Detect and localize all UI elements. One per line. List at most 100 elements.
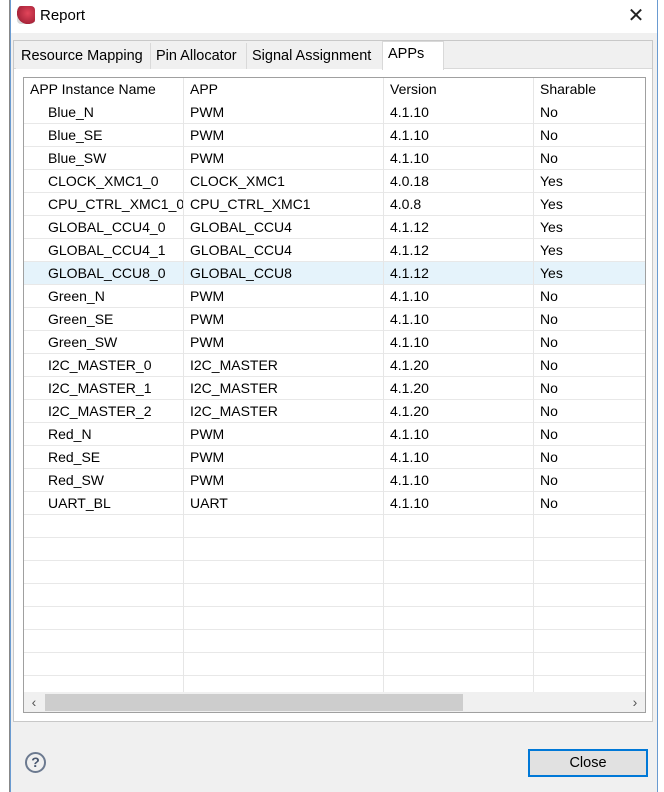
sharable-cell: No bbox=[540, 104, 558, 120]
version-cell bbox=[384, 607, 534, 630]
help-icon[interactable]: ? bbox=[25, 752, 46, 773]
column-header-sharable[interactable]: Sharable bbox=[534, 78, 645, 101]
app-cell bbox=[184, 515, 384, 538]
tab-pin-allocator[interactable]: Pin Allocator bbox=[151, 43, 247, 69]
empty-table-row bbox=[24, 561, 645, 584]
empty-table-row bbox=[24, 607, 645, 630]
instance-name-cell: CPU_CTRL_XMC1_0 bbox=[24, 193, 184, 216]
app-cell: I2C_MASTER bbox=[184, 400, 384, 423]
empty-table-row bbox=[24, 515, 645, 538]
table-row[interactable]: I2C_MASTER_0 I2C_MASTER 4.1.20 No bbox=[24, 354, 645, 377]
table-row[interactable]: GLOBAL_CCU4_0 GLOBAL_CCU4 4.1.12 Yes bbox=[24, 216, 645, 239]
close-button[interactable]: Close bbox=[528, 749, 648, 777]
instance-name-cell: Green_SW bbox=[24, 331, 184, 354]
version-cell: 4.1.20 bbox=[384, 377, 534, 400]
app-cell: PWM bbox=[184, 423, 384, 446]
column-header-instance-name[interactable]: APP Instance Name bbox=[24, 78, 184, 101]
instance-name-cell: Red_SE bbox=[24, 446, 184, 469]
scroll-right-icon[interactable]: › bbox=[625, 692, 645, 712]
table-row[interactable]: I2C_MASTER_2 I2C_MASTER 4.1.20 No bbox=[24, 400, 645, 423]
tab-apps[interactable]: APPs bbox=[382, 41, 444, 70]
version-cell: 4.1.10 bbox=[384, 446, 534, 469]
version-cell bbox=[384, 584, 534, 607]
app-cell: GLOBAL_CCU4 bbox=[184, 216, 384, 239]
table-row[interactable]: Red_SW PWM 4.1.10 No bbox=[24, 469, 645, 492]
report-dialog: Report ✕ Resource Mapping Pin Allocator … bbox=[10, 0, 658, 792]
app-cell: PWM bbox=[184, 285, 384, 308]
instance-name-cell: Blue_N bbox=[24, 101, 184, 124]
tab-signal-assignment[interactable]: Signal Assignment bbox=[247, 43, 383, 69]
instance-name-cell: Green_N bbox=[24, 285, 184, 308]
app-cell: GLOBAL_CCU8 bbox=[184, 262, 384, 285]
app-cell bbox=[184, 607, 384, 630]
title-bar: Report ✕ bbox=[11, 0, 657, 33]
sharable-cell: No bbox=[540, 288, 558, 304]
table-row[interactable]: Green_SE PWM 4.1.10 No bbox=[24, 308, 645, 331]
sharable-cell: No bbox=[540, 357, 558, 373]
empty-table-row bbox=[24, 630, 645, 653]
sharable-cell: No bbox=[540, 380, 558, 396]
sharable-cell bbox=[534, 561, 645, 584]
scroll-left-icon[interactable]: ‹ bbox=[24, 692, 44, 712]
app-cell: PWM bbox=[184, 331, 384, 354]
sharable-cell: No bbox=[540, 426, 558, 442]
app-cell bbox=[184, 561, 384, 584]
horizontal-scrollbar[interactable]: ‹ › bbox=[24, 692, 645, 712]
table-row[interactable]: GLOBAL_CCU4_1 GLOBAL_CCU4 4.1.12 Yes bbox=[24, 239, 645, 262]
version-cell: 4.1.10 bbox=[384, 469, 534, 492]
app-cell: CLOCK_XMC1 bbox=[184, 170, 384, 193]
column-header-version[interactable]: Version bbox=[384, 78, 534, 101]
background-window bbox=[0, 0, 10, 792]
sharable-cell bbox=[534, 515, 645, 538]
version-cell: 4.1.12 bbox=[384, 262, 534, 285]
empty-table-row bbox=[24, 584, 645, 607]
table-row[interactable]: I2C_MASTER_1 I2C_MASTER 4.1.20 No bbox=[24, 377, 645, 400]
version-cell bbox=[384, 653, 534, 676]
sharable-cell bbox=[534, 653, 645, 676]
empty-table-row bbox=[24, 538, 645, 561]
sharable-cell bbox=[534, 584, 645, 607]
instance-name-cell bbox=[24, 515, 184, 538]
app-cell: PWM bbox=[184, 308, 384, 331]
app-cell: PWM bbox=[184, 147, 384, 170]
table-header: APP Instance Name APP Version Sharable bbox=[24, 78, 645, 101]
app-cell: PWM bbox=[184, 446, 384, 469]
sharable-cell: No bbox=[540, 495, 558, 511]
column-header-app[interactable]: APP bbox=[184, 78, 384, 101]
version-cell: 4.1.12 bbox=[384, 239, 534, 262]
table-row[interactable]: Blue_SW PWM 4.1.10 No bbox=[24, 147, 645, 170]
tab-folder: Resource Mapping Pin Allocator Signal As… bbox=[13, 40, 653, 722]
tab-resource-mapping[interactable]: Resource Mapping bbox=[16, 43, 151, 69]
version-cell bbox=[384, 515, 534, 538]
version-cell: 4.1.20 bbox=[384, 400, 534, 423]
table-row[interactable]: Green_SW PWM 4.1.10 No bbox=[24, 331, 645, 354]
table-row[interactable]: Red_SE PWM 4.1.10 No bbox=[24, 446, 645, 469]
version-cell: 4.1.10 bbox=[384, 124, 534, 147]
apps-table: APP Instance Name APP Version Sharable B… bbox=[23, 77, 646, 713]
version-cell: 4.1.10 bbox=[384, 331, 534, 354]
app-cell bbox=[184, 538, 384, 561]
sharable-cell bbox=[534, 607, 645, 630]
table-row[interactable]: Blue_SE PWM 4.1.10 No bbox=[24, 124, 645, 147]
version-cell: 4.0.8 bbox=[384, 193, 534, 216]
table-row[interactable]: Blue_N PWM 4.1.10 No bbox=[24, 101, 645, 124]
scrollbar-thumb[interactable] bbox=[45, 694, 463, 711]
empty-table-row bbox=[24, 653, 645, 676]
sharable-cell bbox=[534, 630, 645, 653]
table-row[interactable]: GLOBAL_CCU8_0 GLOBAL_CCU8 4.1.12 Yes bbox=[24, 262, 645, 285]
instance-name-cell: CLOCK_XMC1_0 bbox=[24, 170, 184, 193]
instance-name-cell: I2C_MASTER_1 bbox=[24, 377, 184, 400]
instance-name-cell: I2C_MASTER_0 bbox=[24, 354, 184, 377]
sharable-cell: No bbox=[540, 150, 558, 166]
version-cell: 4.1.10 bbox=[384, 423, 534, 446]
sharable-cell: No bbox=[540, 127, 558, 143]
table-row[interactable]: CPU_CTRL_XMC1_0 CPU_CTRL_XMC1 4.0.8 Yes bbox=[24, 193, 645, 216]
table-row[interactable]: CLOCK_XMC1_0 CLOCK_XMC1 4.0.18 Yes bbox=[24, 170, 645, 193]
table-row[interactable]: Red_N PWM 4.1.10 No bbox=[24, 423, 645, 446]
instance-name-cell: Red_N bbox=[24, 423, 184, 446]
table-row[interactable]: Green_N PWM 4.1.10 No bbox=[24, 285, 645, 308]
close-icon[interactable]: ✕ bbox=[623, 3, 649, 29]
sharable-cell: No bbox=[540, 449, 558, 465]
table-row[interactable]: UART_BL UART 4.1.10 No bbox=[24, 492, 645, 515]
tab-bar: Resource Mapping Pin Allocator Signal As… bbox=[14, 41, 652, 70]
